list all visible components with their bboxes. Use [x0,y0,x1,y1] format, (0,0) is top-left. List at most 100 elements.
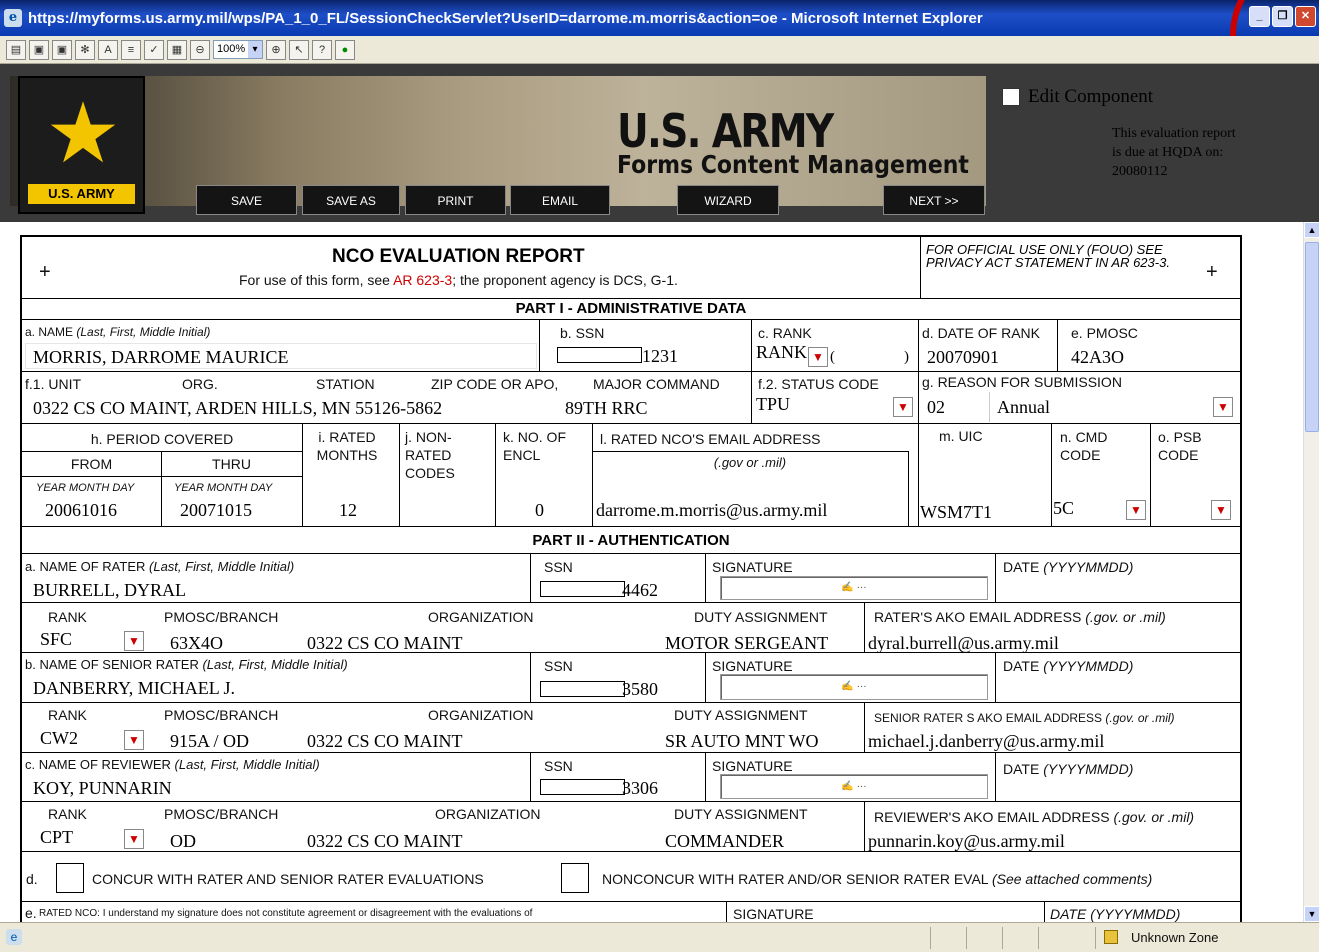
open-icon[interactable]: ▤ [6,39,26,60]
rater-signature-field[interactable]: ✍ ··· [720,576,988,600]
vertical-scrollbar[interactable]: ▲ ▼ [1303,222,1319,922]
cmd-code-dropdown[interactable]: ▼ [1126,500,1146,520]
reviewer-org[interactable]: 0322 CS CO MAINT [307,831,463,852]
part1-header: PART I - ADMINISTRATIVE DATA [515,300,747,317]
rater-rank-dropdown[interactable]: ▼ [124,631,144,651]
senior-name[interactable]: DANBERRY, MICHAEL J. [33,678,235,699]
tools-icon[interactable]: ✻ [75,39,95,60]
concur-checkbox[interactable] [56,863,84,893]
senior-duty[interactable]: SR AUTO MNT WO [665,731,819,752]
rank-field[interactable]: RANK [756,342,807,363]
concur-label: CONCUR WITH RATER AND SENIOR RATER EVALU… [92,871,484,887]
form-subtitle: For use of this form, see AR 623-3; the … [239,272,678,288]
reviewer-signature-field[interactable]: ✍ ··· [720,774,988,799]
psb-code-dropdown[interactable]: ▼ [1211,500,1231,520]
period-thru[interactable]: 20071015 [180,500,252,521]
name-label: a. NAME (Last, First, Middle Initial) [25,325,211,339]
header-banner: ★ U.S. ARMY U.S. ARMY Forms Content Mana… [0,64,1319,222]
reviewer-ssn-tail: 3306 [622,778,658,798]
form-title: NCO EVALUATION REPORT [332,246,585,267]
viewer-toolbar: ▤ ▣ ▣ ✻ A ≡ ✓ ▦ ⊖ 100% ⊕ ↖ ? ● [0,36,1319,64]
rater-pmosc[interactable]: 63X4O [170,633,223,654]
reason-code[interactable]: 02 [927,397,945,418]
zoom-select[interactable]: 100% [213,40,263,59]
nco-evaluation-form: + NCO EVALUATION REPORT For use of this … [20,235,1242,922]
date-of-rank[interactable]: 20070901 [927,347,999,368]
uic-field[interactable]: WSM7T1 [920,502,992,523]
reviewer-name[interactable]: KOY, PUNNARIN [33,778,172,799]
senior-org[interactable]: 0322 CS CO MAINT [307,731,463,752]
ar-link[interactable]: AR 623-3 [393,272,452,288]
save-icon[interactable]: ▣ [29,39,49,60]
save-as-button[interactable]: SAVE AS [302,185,400,215]
ssn-mask [557,347,642,363]
senior-rank-dropdown[interactable]: ▼ [124,730,144,750]
save-as-icon[interactable]: ▣ [52,39,72,60]
rank-dropdown[interactable]: ▼ [808,347,828,367]
fouo-notice: FOR OFFICIAL USE ONLY (FOUO) SEE PRIVACY… [926,242,1170,270]
form-icon[interactable]: ▦ [167,39,187,60]
rater-name[interactable]: BURRELL, DYRAL [33,580,186,601]
rater-ssn-mask [540,581,625,597]
part2-header: PART II - AUTHENTICATION [532,532,730,549]
rated-months[interactable]: 12 [339,500,357,521]
due-note: This evaluation report is due at HQDA on… [1112,126,1236,179]
reviewer-pmosc[interactable]: OD [170,831,196,852]
wizard-button[interactable]: WIZARD [677,185,779,215]
email-button[interactable]: EMAIL [510,185,610,215]
print-button[interactable]: PRINT [405,185,506,215]
rater-duty[interactable]: MOTOR SERGEANT [665,633,828,654]
help-icon[interactable]: ? [312,39,332,60]
window-titlebar: e https://myforms.us.army.mil/wps/PA_1_0… [0,0,1319,36]
format-icon[interactable]: ≡ [121,39,141,60]
senior-ssn-mask [540,681,625,697]
rater-rank[interactable]: SFC [40,629,72,650]
major-command-field[interactable]: 89TH RRC [565,398,648,419]
edit-component-checkbox[interactable] [1002,88,1020,106]
scroll-up-icon[interactable]: ▲ [1304,222,1319,238]
encl-count[interactable]: 0 [535,500,544,521]
rated-nco-statement: RATED NCO: I understand my signature doe… [39,908,533,919]
font-icon[interactable]: A [98,39,118,60]
expand-left-icon[interactable]: + [39,261,51,284]
reviewer-rank[interactable]: CPT [40,827,73,848]
scroll-thumb[interactable] [1305,242,1319,432]
senior-email[interactable]: michael.j.danberry@us.army.mil [868,731,1104,752]
reviewer-duty[interactable]: COMMANDER [665,831,784,852]
save-button[interactable]: SAVE [196,185,297,215]
status-code-field[interactable]: TPU [756,394,790,415]
nonconcur-checkbox[interactable] [561,863,589,893]
cmd-code-field[interactable]: 5C [1053,498,1074,519]
scroll-down-icon[interactable]: ▼ [1304,906,1319,922]
expand-right-icon[interactable]: + [1206,261,1218,284]
senior-rank[interactable]: CW2 [40,728,78,749]
page-icon: e [6,929,22,945]
nonconcur-label: NONCONCUR WITH RATER AND/OR SENIOR RATER… [602,871,1153,887]
banner-subtitle: Forms Content Management [617,150,969,179]
senior-ssn-tail: 3580 [622,679,658,699]
senior-pmosc[interactable]: 915A / OD [170,731,249,752]
rated-email-field[interactable]: darrome.m.morris@us.army.mil [596,500,827,521]
unit-field[interactable]: 0322 CS CO MAINT, ARDEN HILLS, MN 55126-… [33,398,442,419]
reviewer-rank-dropdown[interactable]: ▼ [124,829,144,849]
pmosc-field[interactable]: 42A3O [1071,347,1124,368]
rater-org[interactable]: 0322 CS CO MAINT [307,633,463,654]
senior-signature-field[interactable]: ✍ ··· [720,674,988,700]
go-icon[interactable]: ● [335,39,355,60]
period-from[interactable]: 20061016 [45,500,117,521]
spellcheck-icon[interactable]: ✓ [144,39,164,60]
whats-this-icon[interactable]: ↖ [289,39,309,60]
status-code-dropdown[interactable]: ▼ [893,397,913,417]
lock-icon [1104,930,1118,944]
zoom-in-icon[interactable]: ⊕ [266,39,286,60]
zoom-out-icon[interactable]: ⊖ [190,39,210,60]
next-button[interactable]: NEXT >> [883,185,985,215]
army-logo: ★ U.S. ARMY [18,76,145,214]
reviewer-email[interactable]: punnarin.koy@us.army.mil [868,831,1065,852]
rater-email[interactable]: dyral.burrell@us.army.mil [868,633,1059,654]
edit-component[interactable]: Edit Component [1002,86,1153,108]
reason-dropdown[interactable]: ▼ [1213,397,1233,417]
zone-label: Unknown Zone [1131,930,1219,945]
reason-field[interactable]: Annual [997,397,1050,418]
document-area: + NCO EVALUATION REPORT For use of this … [0,222,1303,922]
